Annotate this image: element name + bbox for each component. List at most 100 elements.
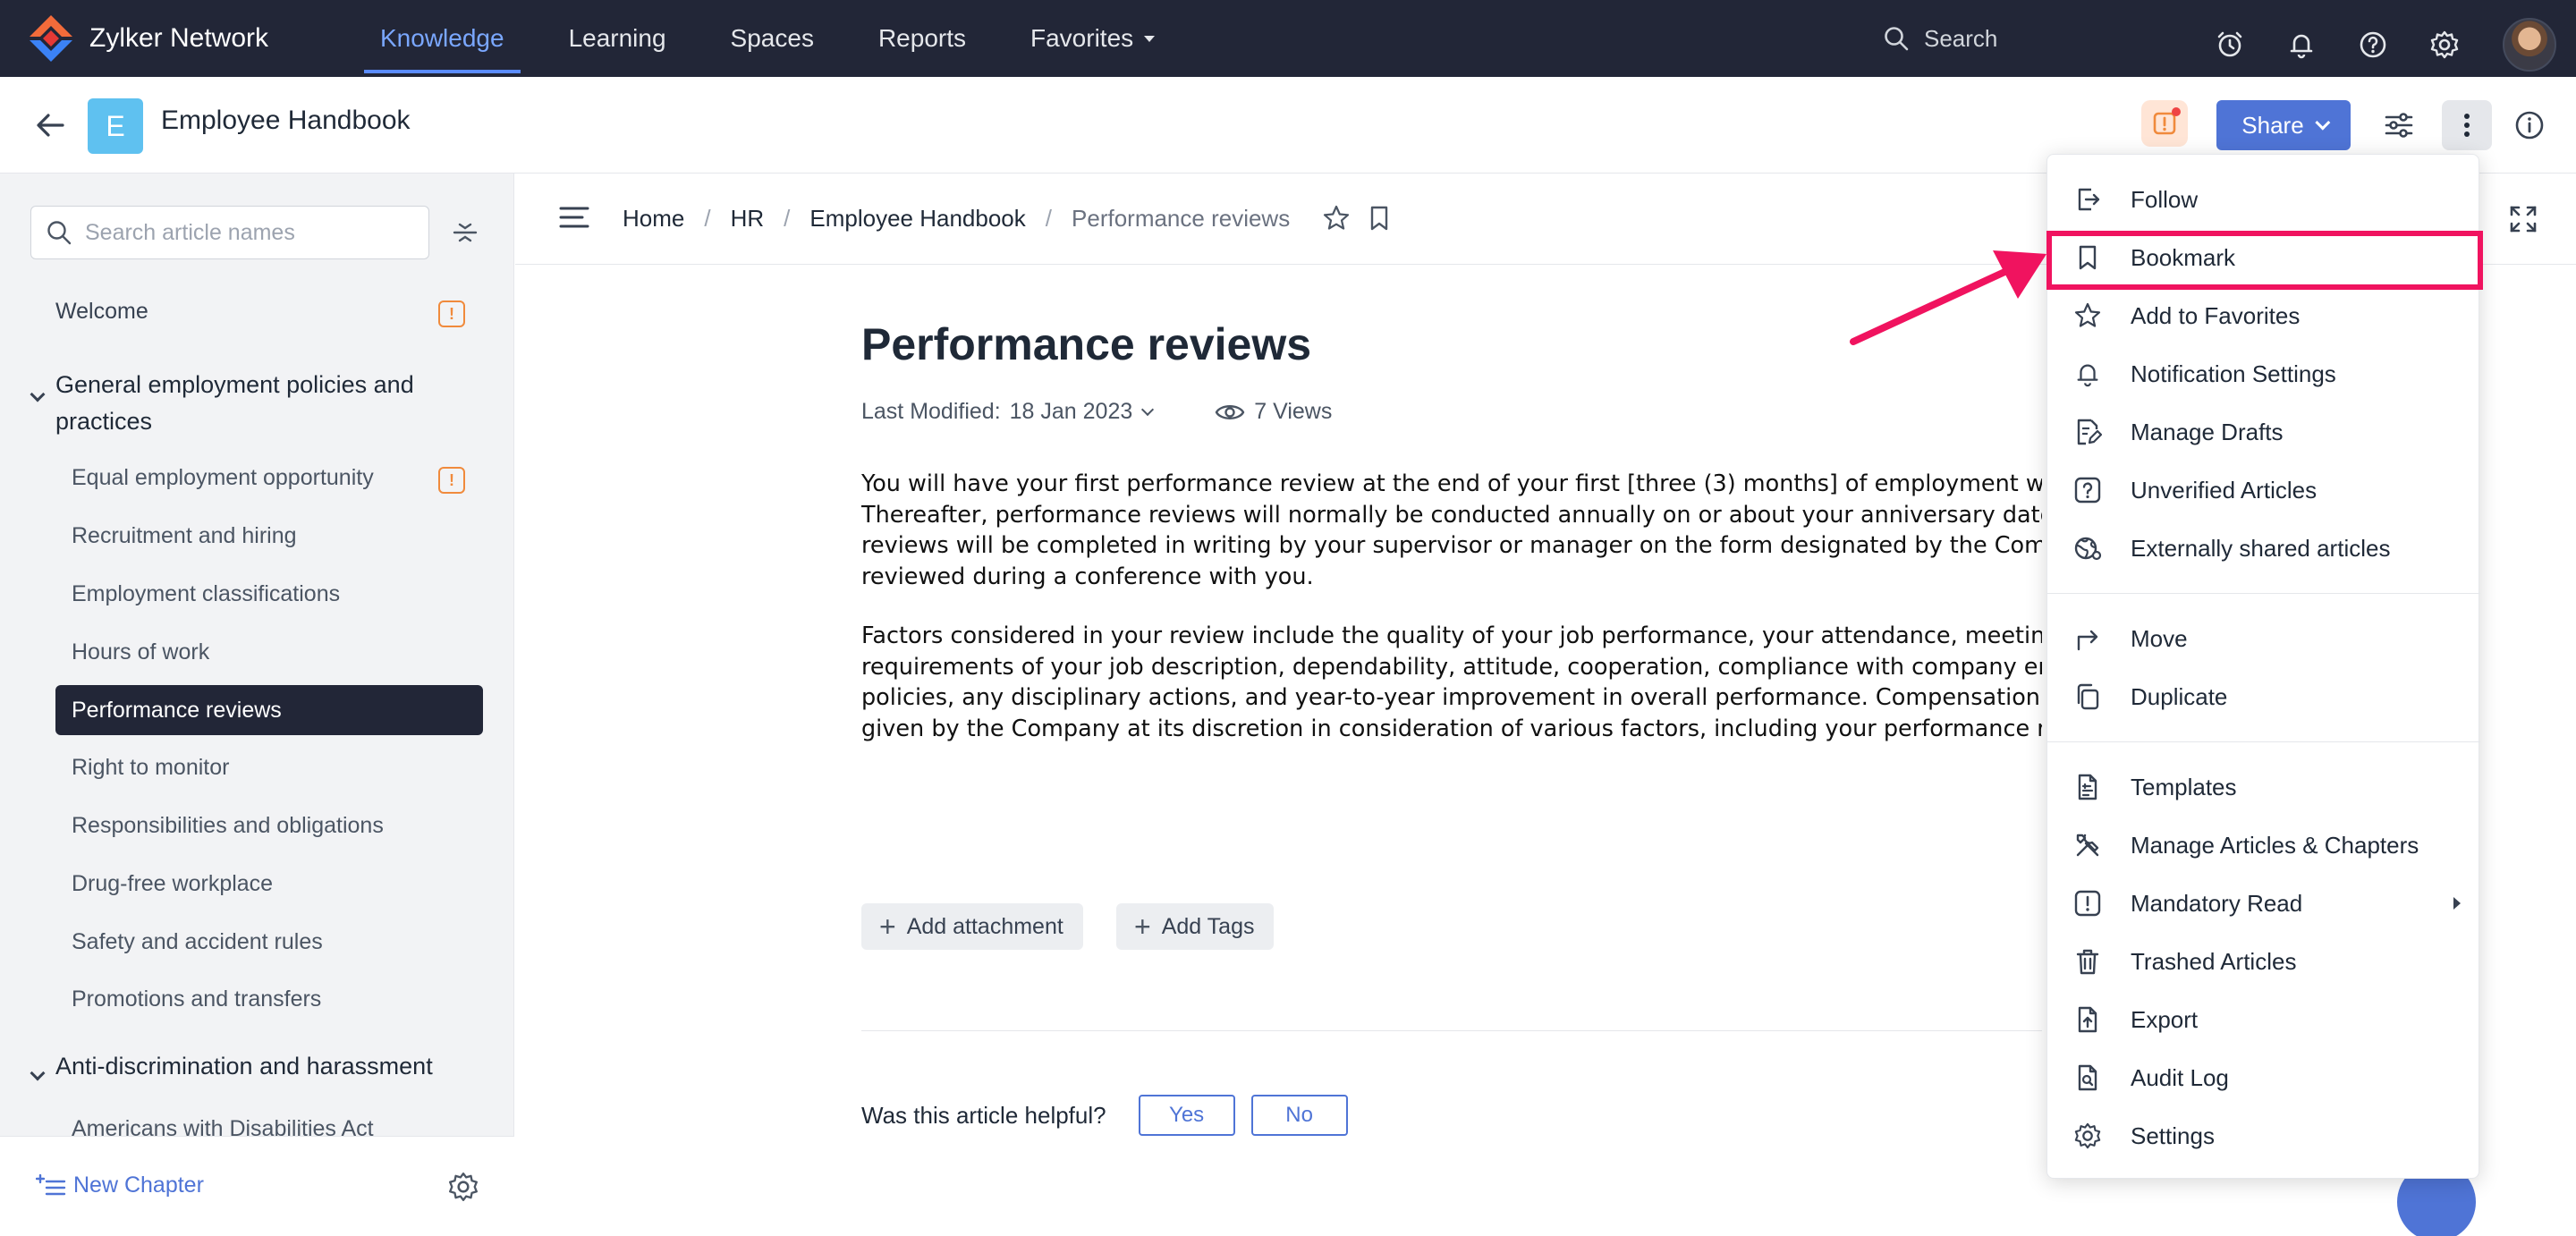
help-icon[interactable] bbox=[2352, 24, 2394, 65]
yes-button[interactable]: Yes bbox=[1138, 1095, 1235, 1136]
tree-item-drug-free[interactable]: Drug-free workplace bbox=[72, 871, 273, 897]
menu-item-trashed-articles[interactable]: Trashed Articles bbox=[2047, 935, 2480, 988]
export-icon bbox=[2072, 1004, 2103, 1035]
tree-item-welcome[interactable]: Welcome bbox=[55, 299, 148, 325]
tree-item-classifications[interactable]: Employment classifications bbox=[72, 581, 340, 607]
menu-item-audit-log[interactable]: Audit Log bbox=[2047, 1051, 2480, 1105]
notification-dot bbox=[2172, 107, 2181, 116]
tree-item-hours[interactable]: Hours of work bbox=[72, 639, 209, 665]
chevron-down-icon bbox=[2315, 114, 2331, 131]
tree-item-right-to-monitor[interactable]: Right to monitor bbox=[72, 755, 229, 781]
nav-reports[interactable]: Reports bbox=[878, 0, 966, 77]
menu-item-export[interactable]: Export bbox=[2047, 993, 2480, 1046]
tree-item-recruitment[interactable]: Recruitment and hiring bbox=[72, 523, 297, 549]
menu-item-duplicate[interactable]: Duplicate bbox=[2047, 670, 2480, 724]
tree-section-general-employment[interactable]: General employment policies and practice… bbox=[55, 367, 449, 440]
brand[interactable]: Zylker Network bbox=[25, 11, 268, 66]
body-line: given by the Company at its discretion i… bbox=[861, 715, 2042, 742]
menu-item-label: Audit Log bbox=[2131, 1063, 2229, 1091]
bookmark-icon[interactable] bbox=[1367, 205, 1392, 232]
move-icon bbox=[2072, 623, 2103, 654]
info-icon[interactable] bbox=[2510, 106, 2549, 145]
menu-item-notification-settings[interactable]: Notification Settings bbox=[2047, 347, 2480, 401]
menu-item-templates[interactable]: Templates bbox=[2047, 760, 2480, 814]
avatar[interactable] bbox=[2503, 18, 2556, 72]
menu-item-follow[interactable]: Follow bbox=[2047, 173, 2480, 226]
last-modified-label: Last Modified: bbox=[861, 399, 1001, 424]
follow-icon bbox=[2072, 184, 2103, 215]
last-modified-value[interactable]: 18 Jan 2023 bbox=[1010, 399, 1133, 425]
menu-item-label: Templates bbox=[2131, 773, 2237, 800]
breadcrumb-separator: / bbox=[704, 204, 711, 232]
add-attachment-label: Add attachment bbox=[906, 913, 1063, 939]
menu-item-move[interactable]: Move bbox=[2047, 612, 2480, 665]
search-icon bbox=[46, 219, 72, 246]
menu-item-label: Unverified Articles bbox=[2131, 476, 2318, 504]
new-chapter-button[interactable]: New Chapter bbox=[36, 1173, 204, 1198]
share-button[interactable]: Share bbox=[2216, 100, 2351, 150]
menu-item-externally-shared[interactable]: Externally shared articles bbox=[2047, 521, 2480, 575]
menu-item-mandatory-read[interactable]: Mandatory Read bbox=[2047, 876, 2480, 930]
annotation-arrow-icon bbox=[1843, 241, 2057, 358]
global-search[interactable]: Search bbox=[1883, 20, 1997, 57]
tune-icon[interactable] bbox=[2379, 106, 2419, 145]
collapse-all-icon[interactable] bbox=[447, 215, 483, 250]
toggle-sidebar-icon[interactable] bbox=[558, 204, 590, 231]
nav-label: Favorites bbox=[1030, 24, 1134, 52]
brand-name: Zylker Network bbox=[89, 23, 269, 53]
tools-icon bbox=[2072, 830, 2103, 860]
nav-favorites[interactable]: Favorites bbox=[1030, 0, 1156, 77]
breadcrumb-separator: / bbox=[784, 204, 791, 232]
star-icon bbox=[2072, 301, 2103, 331]
menu-item-label: Externally shared articles bbox=[2131, 534, 2391, 562]
article-title: Performance reviews bbox=[861, 319, 1312, 369]
tree-item-safety[interactable]: Safety and accident rules bbox=[72, 929, 323, 955]
article-search[interactable] bbox=[30, 206, 429, 259]
no-button[interactable]: No bbox=[1250, 1095, 1348, 1136]
nav-knowledge[interactable]: Knowledge bbox=[364, 0, 521, 77]
menu-item-label: Follow bbox=[2131, 185, 2199, 213]
gear-icon[interactable] bbox=[2424, 24, 2465, 65]
alarm-icon[interactable] bbox=[2209, 24, 2250, 65]
feedback-row: Was this article helpful? Yes No bbox=[861, 1095, 1348, 1136]
breadcrumb-employee-handbook[interactable]: Employee Handbook bbox=[809, 205, 1025, 233]
bell-icon bbox=[2072, 359, 2103, 389]
tree-section-anti-discrimination[interactable]: Anti-discrimination and harassment bbox=[55, 1048, 449, 1085]
tree-item-promotions[interactable]: Promotions and transfers bbox=[72, 986, 321, 1012]
breadcrumb-actions bbox=[1322, 204, 1392, 233]
breadcrumb-hr[interactable]: HR bbox=[731, 205, 765, 233]
menu-item-manage-articles[interactable]: Manage Articles & Chapters bbox=[2047, 818, 2480, 872]
article-search-input[interactable] bbox=[85, 219, 425, 246]
menu-item-manage-drafts[interactable]: Manage Drafts bbox=[2047, 405, 2480, 459]
tree-item-label: Right to monitor bbox=[72, 755, 230, 780]
menu-item-label: Export bbox=[2131, 1005, 2199, 1033]
main-nav: Knowledge Learning Spaces Reports Favori… bbox=[364, 0, 1219, 77]
breadcrumb-home[interactable]: Home bbox=[623, 205, 684, 233]
nav-spaces[interactable]: Spaces bbox=[731, 0, 814, 77]
tree-item-label: Safety and accident rules bbox=[72, 929, 323, 954]
nav-label: Spaces bbox=[730, 24, 814, 52]
mandatory-alert-button[interactable] bbox=[2141, 100, 2188, 147]
sidebar-settings-icon[interactable] bbox=[447, 1171, 483, 1206]
mandatory-warning-icon: ! bbox=[438, 467, 465, 494]
back-arrow-icon[interactable] bbox=[32, 107, 68, 143]
chevron-down-icon[interactable] bbox=[30, 1065, 46, 1081]
add-attachment-button[interactable]: + Add attachment bbox=[861, 903, 1083, 950]
body-line: You will have your first performance rev… bbox=[861, 470, 2042, 497]
menu-item-add-to-favorites[interactable]: Add to Favorites bbox=[2047, 289, 2480, 343]
menu-item-settings[interactable]: Settings bbox=[2047, 1109, 2480, 1163]
chevron-down-icon[interactable] bbox=[1141, 402, 1155, 416]
bell-icon[interactable] bbox=[2281, 24, 2322, 65]
tree-item-equal-employment[interactable]: Equal employment opportunity bbox=[72, 465, 374, 491]
add-chapter-icon bbox=[36, 1173, 66, 1198]
chevron-down-icon[interactable] bbox=[30, 386, 46, 402]
nav-learning[interactable]: Learning bbox=[569, 0, 666, 77]
tree-item-performance-reviews[interactable]: Performance reviews bbox=[55, 685, 483, 735]
add-tags-button[interactable]: + Add Tags bbox=[1116, 903, 1275, 950]
more-options-icon[interactable] bbox=[2442, 100, 2492, 150]
star-icon[interactable] bbox=[1322, 204, 1351, 233]
body-line: Factors considered in your review includ… bbox=[861, 622, 2042, 649]
menu-item-unverified-articles[interactable]: Unverified Articles bbox=[2047, 463, 2480, 517]
fullscreen-icon[interactable] bbox=[2508, 204, 2538, 234]
tree-item-responsibilities[interactable]: Responsibilities and obligations bbox=[72, 813, 384, 839]
